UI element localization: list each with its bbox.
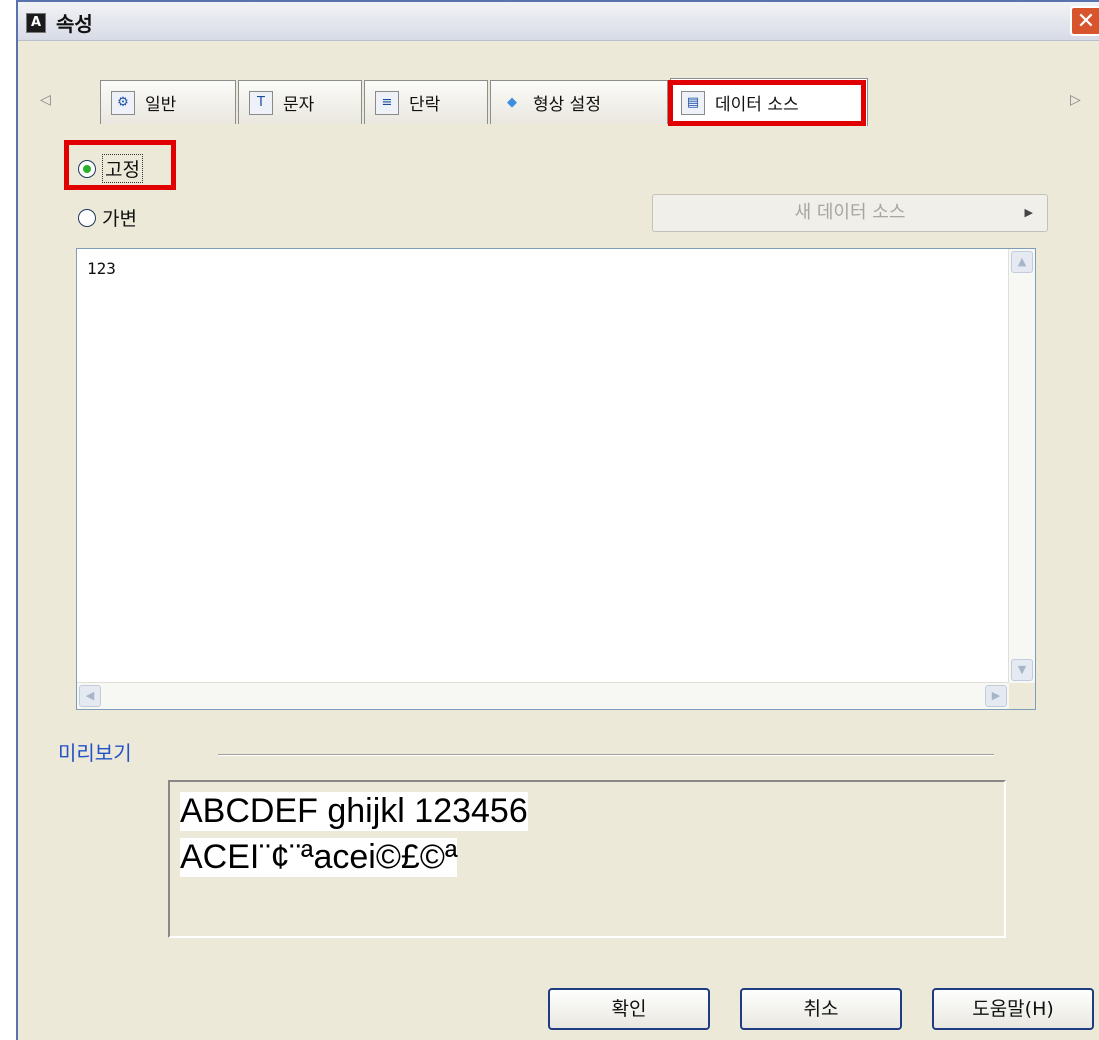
scroll-right-icon[interactable]: ▶ [985, 685, 1007, 707]
radio-variable-label: 가변 [102, 208, 137, 230]
tab-paragraph-label: 단락 [409, 95, 441, 115]
tab-general-label: 일반 [145, 95, 177, 115]
text-icon: T [249, 90, 273, 115]
ok-button[interactable]: 확인 [548, 988, 710, 1030]
tab-general[interactable]: ⚙ 일반 [100, 80, 236, 124]
vertical-scrollbar[interactable]: ▲ ▼ [1008, 249, 1035, 683]
gear-icon: ⚙ [111, 90, 135, 115]
tab-prev-arrow-icon[interactable]: ◁ [40, 92, 51, 108]
shape-icon: ◆ [507, 94, 517, 110]
preview-text-line-1: ABCDEF ghijkl 123456 [180, 792, 528, 831]
close-icon[interactable]: ✕ [1070, 6, 1099, 36]
preview-divider [218, 754, 994, 756]
dialog-title: 속성 [56, 12, 93, 36]
preview-text-line-2: ACEI¨¢¨ªacei©£©ª [180, 838, 458, 877]
fixed-highlight-box [64, 140, 176, 190]
title-bar[interactable]: A 속성 ✕ [18, 2, 1099, 41]
scrollbar-corner [1009, 683, 1035, 709]
properties-dialog: A 속성 ✕ ◁ ⚙ 일반 T 문자 ≡ 단락 ◆ 형상 설정 ▤ 데이터 소스… [16, 0, 1099, 1040]
tab-next-arrow-icon[interactable]: ▷ [1070, 92, 1081, 108]
new-data-source-label: 새 데이터 소스 [794, 202, 906, 223]
data-source-editor[interactable]: 123 ▲ ▼ ◀ ▶ [76, 248, 1036, 710]
preview-heading: 미리보기 [58, 741, 132, 765]
tab-shape-label: 형상 설정 [533, 95, 601, 115]
tab-text[interactable]: T 문자 [238, 80, 362, 124]
horizontal-scrollbar[interactable]: ◀ ▶ [77, 682, 1009, 709]
scroll-up-icon[interactable]: ▲ [1011, 251, 1033, 273]
tab-strip: ◁ ⚙ 일반 T 문자 ≡ 단락 ◆ 형상 설정 ▤ 데이터 소스 ▷ [18, 42, 1099, 126]
new-data-source-button: 새 데이터 소스 ▶ [652, 194, 1048, 232]
radio-variable-indicator[interactable] [78, 208, 96, 227]
tab-shape[interactable]: ◆ 형상 설정 [490, 80, 668, 124]
scroll-left-icon[interactable]: ◀ [79, 685, 101, 707]
preview-box: ABCDEF ghijkl 123456 ACEI¨¢¨ªacei©£©ª [168, 780, 1006, 938]
scroll-down-icon[interactable]: ▼ [1011, 659, 1033, 681]
help-button[interactable]: 도움말(H) [932, 988, 1094, 1030]
tab-highlight-box [668, 80, 866, 126]
app-icon: A [26, 13, 46, 33]
tab-text-label: 문자 [283, 95, 315, 115]
radio-variable[interactable]: 가변 [78, 204, 137, 231]
editor-content[interactable]: 123 [87, 259, 116, 278]
submenu-arrow-icon: ▶ [1024, 206, 1033, 219]
cancel-button[interactable]: 취소 [740, 988, 902, 1030]
paragraph-icon: ≡ [375, 90, 399, 115]
tab-paragraph[interactable]: ≡ 단락 [364, 80, 488, 124]
